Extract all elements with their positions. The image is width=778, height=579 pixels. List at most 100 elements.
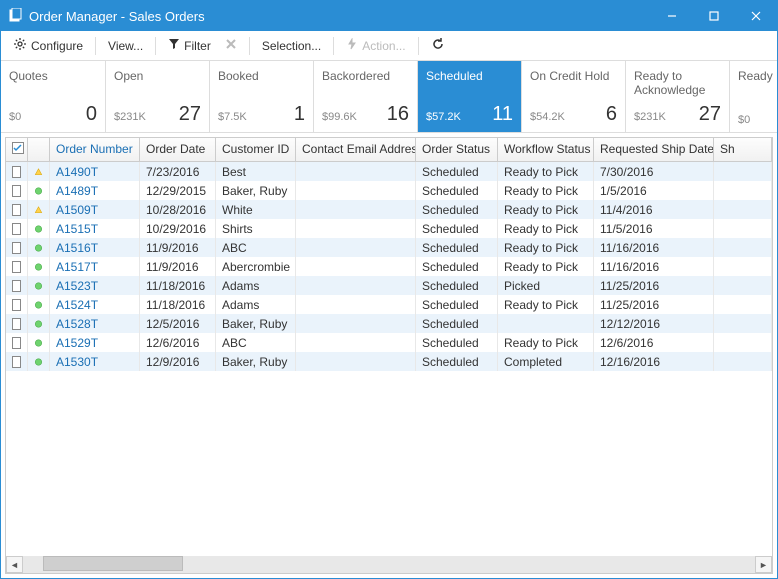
scroll-right-button[interactable]: ► xyxy=(755,556,772,573)
cell-order-number[interactable]: A1489T xyxy=(50,181,140,200)
close-button[interactable] xyxy=(735,1,777,31)
row-checkbox[interactable] xyxy=(6,219,28,238)
refresh-button[interactable] xyxy=(425,34,451,57)
row-status-icon xyxy=(28,181,50,200)
refresh-icon xyxy=(431,37,445,54)
cell-order-status: Scheduled xyxy=(416,219,498,238)
cell-order-number[interactable]: A1529T xyxy=(50,333,140,352)
cell-order-number[interactable]: A1515T xyxy=(50,219,140,238)
row-checkbox[interactable] xyxy=(6,257,28,276)
cell-requested-ship-date: 7/30/2016 xyxy=(594,162,714,181)
scroll-thumb[interactable] xyxy=(43,556,183,571)
status-tab[interactable]: Scheduled $57.2K 11 xyxy=(417,61,521,132)
status-tab[interactable]: Quotes $0 0 xyxy=(1,61,105,132)
cell-order-number[interactable]: A1509T xyxy=(50,200,140,219)
header-order-date[interactable]: Order Date xyxy=(140,138,216,161)
cell-order-number[interactable]: A1523T xyxy=(50,276,140,295)
header-requested-ship-date[interactable]: Requested Ship Date xyxy=(594,138,714,161)
cell-order-number[interactable]: A1516T xyxy=(50,238,140,257)
row-checkbox[interactable] xyxy=(6,276,28,295)
selection-button[interactable]: Selection... xyxy=(256,36,327,56)
configure-button[interactable]: Configure xyxy=(7,34,89,57)
horizontal-scrollbar[interactable]: ◄ ► xyxy=(6,556,772,573)
titlebar: Order Manager - Sales Orders xyxy=(1,1,777,31)
status-tab[interactable]: On Credit Hold $54.2K 6 xyxy=(521,61,625,132)
cell-contact-email xyxy=(296,333,416,352)
cell-customer-id: Baker, Ruby xyxy=(216,181,296,200)
row-checkbox[interactable] xyxy=(6,314,28,333)
header-workflow-status[interactable]: Workflow Status xyxy=(498,138,594,161)
header-customer-id[interactable]: Customer ID xyxy=(216,138,296,161)
row-checkbox[interactable] xyxy=(6,200,28,219)
filter-label: Filter xyxy=(184,39,211,53)
status-amount: $0 xyxy=(738,114,750,126)
status-tab[interactable]: Ready to Acknowledge $231K 27 xyxy=(625,61,729,132)
view-button[interactable]: View... xyxy=(102,36,149,56)
scroll-left-button[interactable]: ◄ xyxy=(6,556,23,573)
filter-button[interactable]: Filter xyxy=(162,35,217,56)
cell-customer-id: Adams xyxy=(216,276,296,295)
header-contact-email[interactable]: Contact Email Address xyxy=(296,138,416,161)
configure-label: Configure xyxy=(31,39,83,53)
row-checkbox[interactable] xyxy=(6,181,28,200)
cell-order-number[interactable]: A1517T xyxy=(50,257,140,276)
app-window: Order Manager - Sales Orders Configure V… xyxy=(0,0,778,579)
scroll-track[interactable] xyxy=(23,556,755,573)
table-row[interactable]: A1516T 11/9/2016 ABC Scheduled Ready to … xyxy=(6,238,772,257)
table-row[interactable]: A1530T 12/9/2016 Baker, Ruby Scheduled C… xyxy=(6,352,772,371)
table-row[interactable]: A1517T 11/9/2016 Abercrombie Scheduled R… xyxy=(6,257,772,276)
status-tab[interactable]: Ready Payme $0 xyxy=(729,61,777,132)
cell-order-number[interactable]: A1524T xyxy=(50,295,140,314)
row-status-icon xyxy=(28,333,50,352)
cell-order-date: 12/6/2016 xyxy=(140,333,216,352)
cell-overflow xyxy=(714,238,772,257)
maximize-button[interactable] xyxy=(693,1,735,31)
cell-order-number[interactable]: A1490T xyxy=(50,162,140,181)
status-tab[interactable]: Booked $7.5K 1 xyxy=(209,61,313,132)
cell-requested-ship-date: 12/12/2016 xyxy=(594,314,714,333)
selection-label: Selection... xyxy=(262,39,321,53)
status-tab[interactable]: Backordered $99.6K 16 xyxy=(313,61,417,132)
table-row[interactable]: A1528T 12/5/2016 Baker, Ruby Scheduled 1… xyxy=(6,314,772,333)
row-checkbox[interactable] xyxy=(6,333,28,352)
status-tab[interactable]: Open $231K 27 xyxy=(105,61,209,132)
status-count: 11 xyxy=(492,103,513,126)
cell-order-status: Scheduled xyxy=(416,162,498,181)
action-button[interactable]: Action... xyxy=(340,35,411,56)
row-checkbox[interactable] xyxy=(6,352,28,371)
table-row[interactable]: A1515T 10/29/2016 Shirts Scheduled Ready… xyxy=(6,219,772,238)
table-row[interactable]: A1523T 11/18/2016 Adams Scheduled Picked… xyxy=(6,276,772,295)
row-checkbox[interactable] xyxy=(6,295,28,314)
cell-order-status: Scheduled xyxy=(416,295,498,314)
status-label: Quotes xyxy=(9,69,97,83)
status-amount: $0 xyxy=(9,111,21,123)
cell-customer-id: Baker, Ruby xyxy=(216,314,296,333)
header-status-icon[interactable] xyxy=(28,138,50,161)
cell-workflow-status: Ready to Pick xyxy=(498,200,594,219)
cell-customer-id: ABC xyxy=(216,333,296,352)
row-checkbox[interactable] xyxy=(6,162,28,181)
table-row[interactable]: A1524T 11/18/2016 Adams Scheduled Ready … xyxy=(6,295,772,314)
table-row[interactable]: A1489T 12/29/2015 Baker, Ruby Scheduled … xyxy=(6,181,772,200)
clear-filter-button[interactable] xyxy=(219,35,243,56)
header-order-number[interactable]: Order Number xyxy=(50,138,140,161)
cell-customer-id: Abercrombie xyxy=(216,257,296,276)
cell-order-date: 12/5/2016 xyxy=(140,314,216,333)
cell-order-number[interactable]: A1530T xyxy=(50,352,140,371)
minimize-button[interactable] xyxy=(651,1,693,31)
cell-requested-ship-date: 11/25/2016 xyxy=(594,276,714,295)
window-controls xyxy=(651,1,777,31)
cell-requested-ship-date: 11/5/2016 xyxy=(594,219,714,238)
cell-requested-ship-date: 12/16/2016 xyxy=(594,352,714,371)
cell-order-number[interactable]: A1528T xyxy=(50,314,140,333)
cell-order-status: Scheduled xyxy=(416,200,498,219)
row-status-icon xyxy=(28,295,50,314)
cell-contact-email xyxy=(296,314,416,333)
header-overflow[interactable]: Sh xyxy=(714,138,772,161)
table-row[interactable]: A1490T 7/23/2016 Best Scheduled Ready to… xyxy=(6,162,772,181)
header-order-status[interactable]: Order Status xyxy=(416,138,498,161)
header-checkbox[interactable] xyxy=(6,138,28,161)
row-checkbox[interactable] xyxy=(6,238,28,257)
table-row[interactable]: A1509T 10/28/2016 White Scheduled Ready … xyxy=(6,200,772,219)
table-row[interactable]: A1529T 12/6/2016 ABC Scheduled Ready to … xyxy=(6,333,772,352)
